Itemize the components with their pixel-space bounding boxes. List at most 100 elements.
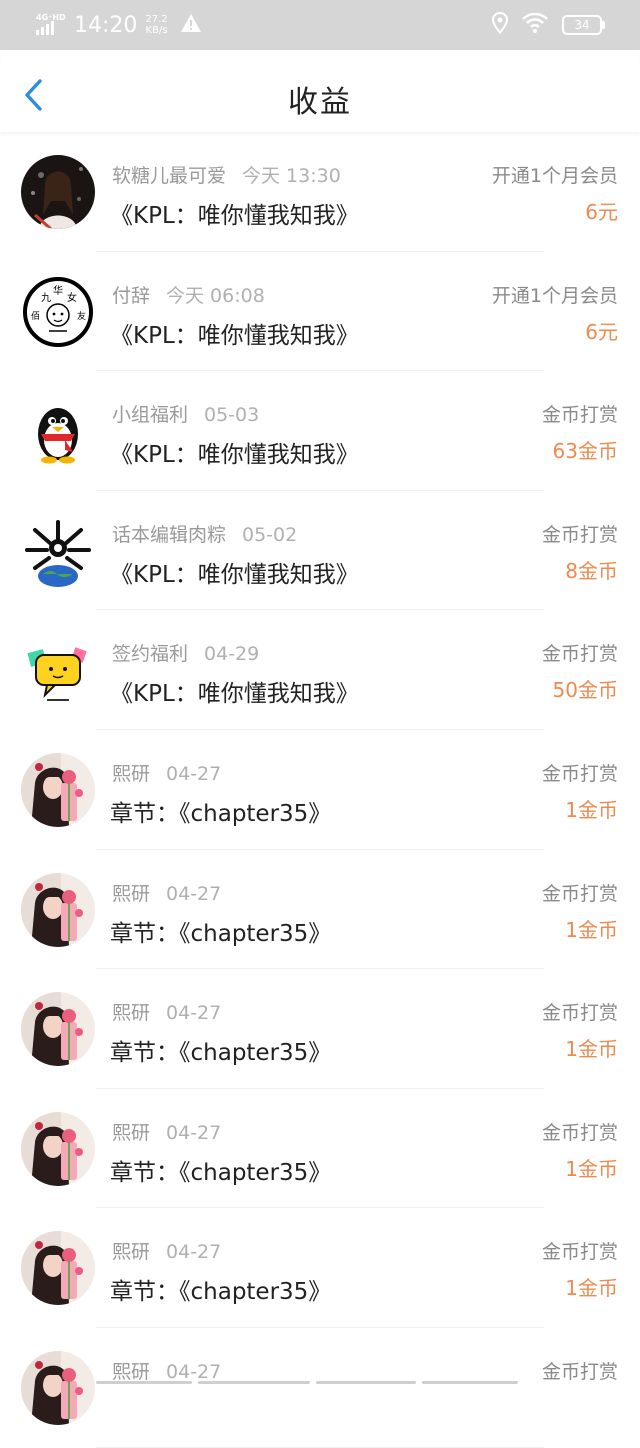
record-time: 04-29	[204, 643, 260, 666]
record-time: 05-02	[242, 523, 298, 546]
sender-name[interactable]: 话本编辑肉粽	[112, 524, 226, 546]
record-time: 今天 06:08	[166, 284, 265, 307]
earning-type: 金币打赏	[541, 643, 618, 666]
record-time: 04-27	[166, 1002, 222, 1025]
earning-amount: 1金币	[565, 917, 618, 942]
bottom-scroll-indicator	[0, 1381, 640, 1385]
sender-name[interactable]: 熙研	[112, 1241, 150, 1263]
sender-name[interactable]: 熙研	[112, 883, 150, 905]
row-meta: 熙研 04-27	[112, 998, 221, 1025]
row-divider	[96, 1446, 544, 1448]
earning-type: 金币打赏	[541, 1002, 618, 1025]
sender-name[interactable]: 签约福利	[112, 643, 188, 665]
chat-bubble-avatar[interactable]	[21, 633, 95, 708]
page-title: 收益	[288, 85, 352, 120]
work-title: 《KPL：唯你懂我知我》	[110, 322, 359, 349]
sender-name[interactable]: 熙研	[112, 1361, 150, 1383]
work-title: 《KPL：唯你懂我知我》	[110, 203, 359, 229]
earning-type: 开通1个月会员	[491, 284, 618, 307]
earning-row[interactable]: 小组福利 05-03 《KPL：唯你懂我知我》 金币打赏 63金币	[0, 371, 640, 491]
sender-name[interactable]: 熙研	[112, 1122, 150, 1144]
row-meta: 话本编辑肉粽 05-02	[112, 520, 297, 547]
earning-row[interactable]: 熙研 04-27 章节：《chapter35》 金币打赏 1金币	[0, 1208, 640, 1328]
warning-icon	[180, 13, 202, 37]
earning-type: 金币打赏	[541, 882, 618, 905]
row-meta: 小组福利 05-03	[112, 400, 259, 427]
earning-type: 开通1个月会员	[491, 165, 618, 187]
earning-amount: 1金币	[565, 797, 618, 822]
work-title: 章节：《chapter35》	[110, 1159, 332, 1186]
earning-amount: 1金币	[565, 1156, 618, 1181]
girl-flowers-avatar[interactable]	[21, 992, 95, 1067]
earning-row[interactable]: 九华女佰 友 付辞 今天 06:08 《KPL：唯你懂我知我》 开通1个月会员 6元	[0, 252, 640, 372]
earning-amount: 6元	[585, 319, 618, 344]
earning-row[interactable]: 熙研 04-27 章节：《chapter35》 金币打赏 1金币	[0, 850, 640, 970]
sender-name[interactable]: 熙研	[112, 763, 150, 785]
globe-avatar[interactable]	[21, 513, 95, 588]
earning-row[interactable]: 熙研 04-27 章节：《chapter35》 金币打赏 1金币	[0, 969, 640, 1089]
earning-row[interactable]: 签约福利 04-29 《KPL：唯你懂我知我》 金币打赏 50金币	[0, 610, 640, 730]
svg-text:女: 女	[67, 291, 77, 304]
wifi-icon	[522, 12, 548, 37]
row-meta: 熙研 04-27	[112, 1237, 221, 1264]
row-meta: 签约福利 04-29	[112, 639, 259, 666]
svg-text:华: 华	[53, 284, 63, 297]
earning-row[interactable]: 熙研 04-27 章节：《chapter35》 金币打赏 1金币	[0, 1089, 640, 1209]
earning-type: 金币打赏	[541, 1121, 618, 1144]
work-title: 章节：《chapter35》	[110, 1279, 332, 1306]
nav-bar: 收益	[0, 50, 640, 132]
record-time: 04-27	[166, 762, 222, 785]
row-meta: 熙研 04-27	[112, 759, 221, 786]
earning-amount: 50金币	[552, 678, 618, 703]
sender-name[interactable]: 熙研	[112, 1002, 150, 1024]
battery-icon: 34	[562, 15, 605, 35]
earning-type: 金币打赏	[541, 1360, 618, 1383]
record-time: 今天 13:30	[242, 165, 341, 187]
work-title: 章节：《chapter35》	[110, 1040, 332, 1067]
svg-text:佰: 佰	[31, 310, 40, 322]
earning-amount: 63金币	[552, 439, 618, 464]
status-time: 14:20	[74, 12, 138, 38]
sender-name[interactable]: 付辞	[112, 285, 150, 307]
svg-text:友: 友	[77, 310, 86, 322]
row-meta: 熙研 04-27	[112, 879, 221, 906]
earnings-list: 软糖儿最可爱 今天 13:30 《KPL：唯你懂我知我》 开通1个月会员 6元 九…	[0, 132, 640, 1448]
earning-row[interactable]: 话本编辑肉粽 05-02 《KPL：唯你懂我知我》 金币打赏 8金币	[0, 491, 640, 611]
sender-name[interactable]: 软糖儿最可爱	[112, 165, 226, 187]
row-meta: 熙研 04-27	[112, 1118, 221, 1145]
earning-row[interactable]: 软糖儿最可爱 今天 13:30 《KPL：唯你懂我知我》 开通1个月会员 6元	[0, 132, 640, 252]
girl-flowers-avatar[interactable]	[21, 752, 95, 827]
record-time: 04-27	[166, 1360, 222, 1383]
signal-icon: 4G⁺HD	[36, 13, 66, 37]
girl-photo-avatar[interactable]	[21, 155, 95, 229]
girl-flowers-avatar[interactable]	[21, 1350, 95, 1425]
earning-amount: 1金币	[565, 1276, 618, 1301]
girl-flowers-avatar[interactable]	[21, 872, 95, 947]
earning-amount: 8金币	[565, 558, 618, 583]
earning-amount: 6元	[585, 200, 618, 224]
earning-type: 金币打赏	[541, 523, 618, 546]
row-meta: 软糖儿最可爱 今天 13:30	[112, 161, 341, 188]
girl-flowers-avatar[interactable]	[21, 1111, 95, 1186]
location-icon	[491, 11, 509, 38]
network-speed: 27.2 KB/s	[145, 14, 168, 36]
earning-type: 金币打赏	[541, 762, 618, 785]
svg-text:九: 九	[41, 292, 51, 304]
earning-amount: 1金币	[565, 1037, 618, 1062]
work-title: 章节：《chapter35》	[110, 920, 332, 947]
penguin-avatar[interactable]	[21, 394, 95, 469]
work-title: 《KPL：唯你懂我知我》	[110, 442, 359, 469]
earning-row[interactable]: 熙研 04-27 章节：《chapter35》 金币打赏 1金币	[0, 730, 640, 850]
girl-flowers-avatar[interactable]	[21, 1231, 95, 1306]
record-time: 05-03	[204, 404, 260, 427]
row-meta: 付辞 今天 06:08	[112, 281, 265, 308]
earning-type: 金币打赏	[541, 1241, 618, 1264]
work-title: 《KPL：唯你懂我知我》	[110, 561, 359, 588]
work-title: 章节：《chapter35》	[110, 800, 332, 827]
row-meta: 熙研 04-27	[112, 1357, 221, 1384]
status-bar: 4G⁺HD 14:20 27.2 KB/s 34	[0, 0, 640, 50]
earning-type: 金币打赏	[541, 404, 618, 427]
earning-row[interactable]: 熙研 04-27 金币打赏	[0, 1328, 640, 1448]
sender-name[interactable]: 小组福利	[112, 404, 188, 426]
drawn-stamp-avatar[interactable]: 九华女佰 友	[21, 275, 95, 349]
